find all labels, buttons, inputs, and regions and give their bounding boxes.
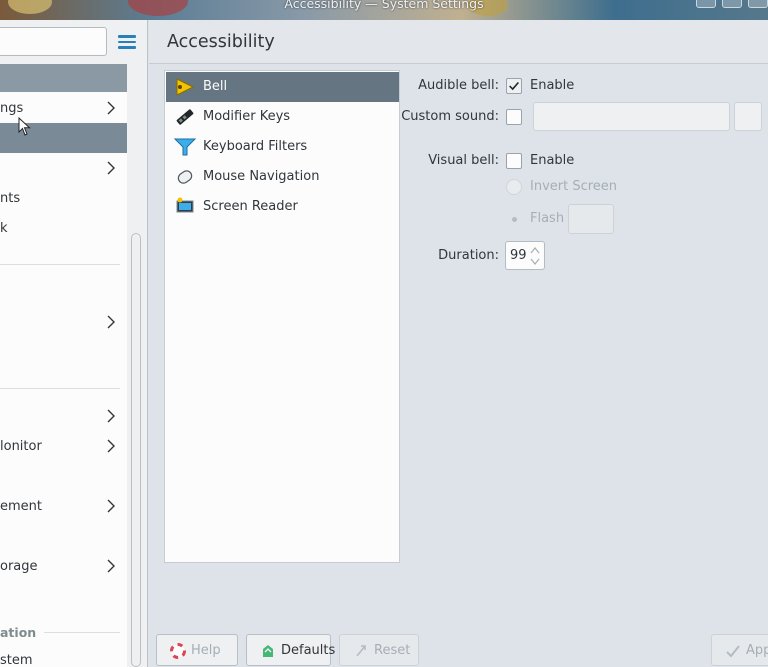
visual-bell-label: Visual bell:: [428, 153, 499, 168]
module-item-screen-reader[interactable]: Screen Reader: [166, 192, 399, 222]
sidebar-group-label: ation: [0, 625, 37, 640]
chevron-right-icon: [107, 409, 115, 423]
window-title: Accessibility — System Settings: [284, 0, 484, 11]
module-item-keyboard-filters[interactable]: Keyboard Filters: [166, 132, 399, 162]
flash-label[interactable]: Flash: [530, 211, 564, 226]
visual-bell-checkbox[interactable]: [506, 153, 522, 169]
sidebar-item[interactable]: [0, 307, 127, 337]
sidebar-item[interactable]: [0, 401, 127, 431]
chevron-right-icon: [107, 315, 115, 329]
defaults-button[interactable]: Defaults: [246, 634, 335, 666]
custom-sound-label: Custom sound:: [401, 109, 499, 124]
sidebar-item[interactable]: nts: [0, 183, 127, 213]
reset-icon: [356, 645, 366, 657]
reset-button[interactable]: Reset: [339, 634, 419, 666]
screen-reader-icon: [176, 197, 194, 213]
chevron-right-icon: [107, 559, 115, 573]
audible-bell-enable-label[interactable]: Enable: [530, 78, 574, 93]
reset-label: Reset: [374, 643, 411, 658]
defaults-label: Defaults: [281, 643, 336, 658]
close-button[interactable]: [748, 0, 768, 8]
apply-label: App: [746, 643, 768, 658]
sidebar-item-label: stem: [0, 652, 33, 667]
module-item-label: Mouse Navigation: [203, 169, 320, 184]
sidebar-divider: [0, 388, 120, 389]
sidebar-item-label: nts: [0, 190, 21, 206]
sidebar-item[interactable]: stem: [0, 645, 127, 667]
sidebar-item[interactable]: ement: [0, 491, 127, 521]
help-button[interactable]: Help: [156, 634, 238, 666]
module-item-label: Keyboard Filters: [203, 139, 308, 154]
chevron-right-icon: [107, 439, 115, 453]
duration-value: 99: [510, 248, 527, 263]
search-input[interactable]: [0, 27, 107, 56]
module-list: Bell Modifier Keys Keyboard Filters Mous…: [164, 70, 400, 563]
chevron-right-icon: [107, 499, 115, 513]
module-item-label: Modifier Keys: [203, 109, 291, 124]
maximize-button[interactable]: [722, 0, 742, 8]
invert-screen-radio[interactable]: [506, 179, 522, 195]
sidebar-header-band: [0, 64, 127, 92]
duration-spinbox[interactable]: 99: [505, 241, 545, 270]
chevron-right-icon: [107, 101, 115, 115]
module-item-label: Bell: [203, 79, 228, 94]
window-titlebar[interactable]: Accessibility — System Settings: [0, 0, 768, 20]
keyboard-key-icon: [176, 109, 194, 125]
main-content: Accessibility Bell Modifier Keys Keyboar…: [149, 20, 768, 667]
mouse-cursor-icon: [18, 117, 31, 136]
minimize-button[interactable]: [696, 0, 716, 8]
filter-icon: [174, 138, 196, 156]
sidebar-item-label: ement: [0, 498, 42, 514]
custom-sound-checkbox[interactable]: [506, 109, 522, 125]
duration-label: Duration:: [438, 248, 499, 263]
invert-screen-label[interactable]: Invert Screen: [530, 179, 617, 194]
sidebar-item[interactable]: lonitor: [0, 431, 127, 461]
module-item-bell[interactable]: Bell: [166, 72, 399, 102]
page-header: Accessibility: [149, 20, 768, 64]
mouse-icon: [177, 170, 193, 184]
sidebar-divider: [44, 632, 120, 633]
spin-arrows-icon[interactable]: [530, 245, 540, 267]
page-title: Accessibility: [167, 32, 275, 52]
help-label: Help: [191, 643, 221, 658]
sidebar-item-label: k: [0, 220, 8, 236]
module-item-mouse-navigation[interactable]: Mouse Navigation: [166, 162, 399, 192]
apply-button[interactable]: App: [711, 634, 768, 666]
sidebar-scrollbar[interactable]: [131, 233, 141, 667]
audible-bell-checkbox[interactable]: [506, 78, 522, 94]
sidebar-item-label: ngs: [0, 100, 24, 116]
module-item-label: Screen Reader: [203, 199, 298, 214]
sidebar-item-label: orage: [0, 558, 38, 574]
sidebar-list: ngs nts k lonitor ement orage ation stem: [0, 64, 127, 667]
flash-radio[interactable]: [506, 211, 522, 227]
sidebar-item[interactable]: [0, 153, 127, 183]
visual-bell-enable-label[interactable]: Enable: [530, 153, 574, 168]
bell-settings-form: Audible bell: Enable Custom sound: Visua…: [400, 70, 768, 630]
bell-icon: [176, 78, 195, 96]
sidebar-item[interactable]: k: [0, 213, 127, 243]
checkmark-icon: [726, 645, 740, 658]
browse-sound-button[interactable]: [734, 102, 762, 131]
help-icon: [170, 643, 186, 659]
sidebar-item[interactable]: orage: [0, 551, 127, 581]
checkmark-icon: [509, 81, 519, 91]
custom-sound-input[interactable]: [533, 102, 730, 131]
sidebar-item-label: lonitor: [0, 438, 42, 454]
chevron-right-icon: [107, 161, 115, 175]
defaults-icon: [263, 645, 273, 657]
hamburger-menu-icon[interactable]: [114, 30, 140, 54]
flash-color-button[interactable]: [568, 204, 614, 234]
module-item-modifier-keys[interactable]: Modifier Keys: [166, 102, 399, 132]
audible-bell-label: Audible bell:: [418, 78, 499, 93]
sidebar-divider: [0, 264, 120, 265]
